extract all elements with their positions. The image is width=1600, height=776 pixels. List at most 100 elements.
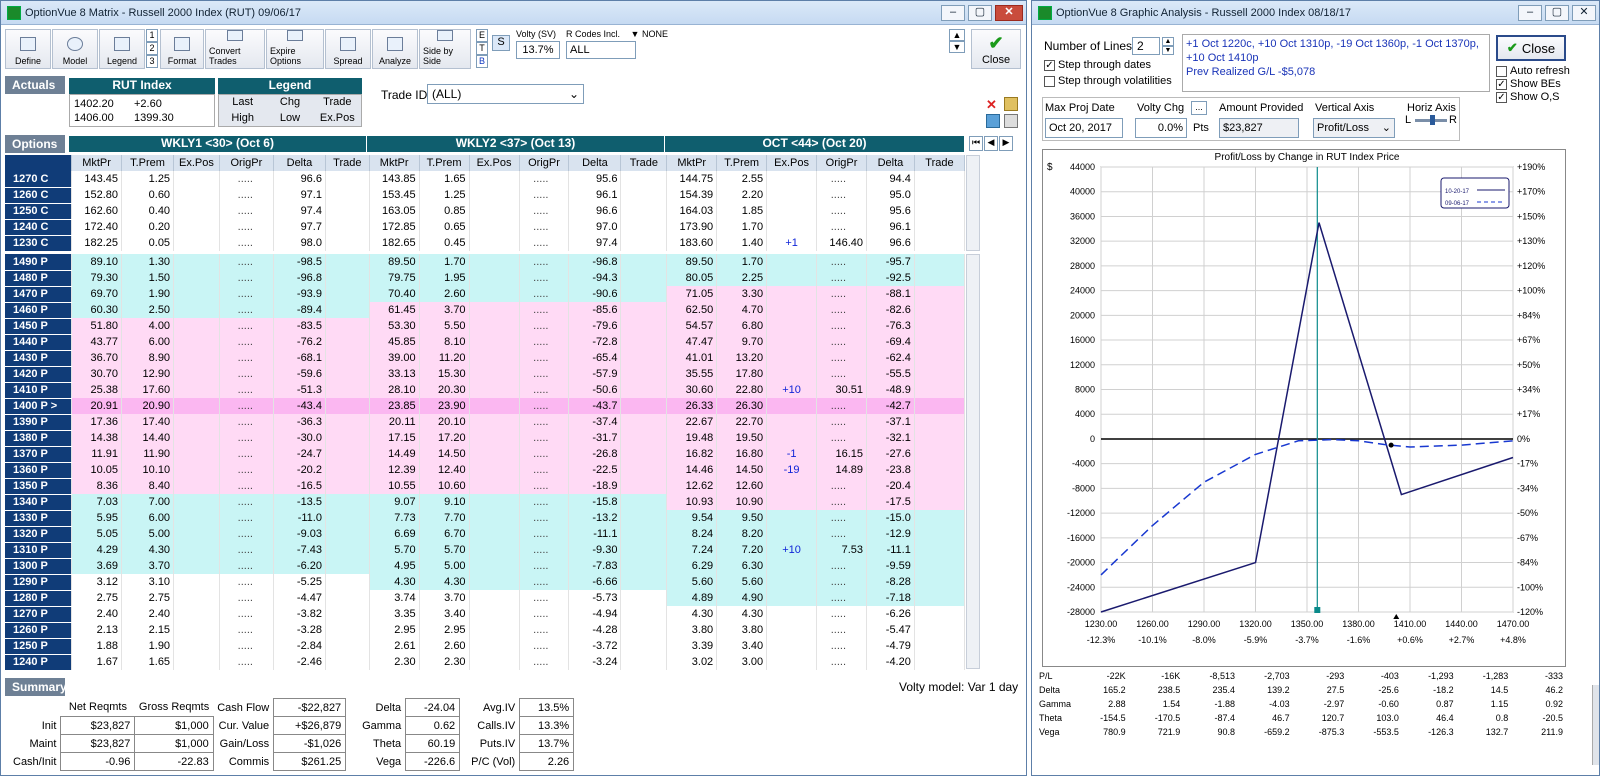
trade-cell[interactable] [914, 286, 966, 302]
trade-cell[interactable] [325, 462, 370, 478]
option-row[interactable]: 1270 C 143.45 1.25..... 96.6 143.85 1.65.....… [5, 171, 966, 188]
trade-cell[interactable] [620, 318, 668, 334]
option-row[interactable]: 1380 P 14.38 14.40..... -30.0 17.15 17.20....… [5, 430, 966, 447]
trade-cell[interactable] [914, 558, 966, 574]
trade-cell[interactable] [620, 414, 668, 430]
trade-cell[interactable] [914, 302, 966, 318]
col-header-expos[interactable]: Ex.Pos [766, 155, 818, 171]
define-button[interactable]: Define [5, 29, 51, 69]
calls-scrollbar[interactable] [966, 155, 980, 251]
tools-icon[interactable] [986, 114, 1000, 128]
trade-cell[interactable] [914, 622, 966, 638]
option-row[interactable]: 1320 P 5.05 5.00..... -9.03 6.69 6.70..... -11… [5, 526, 966, 543]
step-vols-option[interactable]: Step through volatilities [1044, 75, 1172, 87]
option-row[interactable]: 1410 P 25.38 17.60..... -51.3 28.10 20.30....… [5, 382, 966, 399]
trade-cell[interactable] [325, 350, 370, 366]
option-row[interactable]: 1290 P 3.12 3.10..... -5.25 4.30 4.30..... -6.… [5, 574, 966, 591]
spin-down-icon[interactable]: ▼ [1162, 46, 1174, 55]
num-lines-input[interactable]: 2 [1132, 37, 1160, 55]
trade-cell[interactable] [325, 622, 370, 638]
trade-cell[interactable] [325, 398, 370, 414]
option-row[interactable]: 1360 P 10.05 10.10..... -20.2 12.39 12.40....… [5, 462, 966, 479]
graph-close-button[interactable]: ✔ Close [1496, 35, 1566, 61]
trade-cell[interactable] [914, 462, 966, 478]
col-header-expos[interactable]: Ex.Pos [469, 155, 520, 171]
trade-cell[interactable] [325, 430, 370, 446]
strike-label[interactable]: 1280 P [5, 590, 73, 607]
trade-cell[interactable] [325, 366, 370, 382]
trade-cell[interactable] [620, 286, 668, 302]
prev-icon[interactable]: ◀ [984, 136, 998, 151]
trade-cell[interactable] [325, 558, 370, 574]
trade-cell[interactable] [620, 542, 668, 558]
legend-button[interactable]: Legend [99, 29, 145, 69]
show-os-option[interactable]: ✓ Show O,S [1496, 91, 1570, 104]
trade-cell[interactable] [620, 638, 668, 654]
trade-cell[interactable] [325, 254, 370, 270]
strike-label[interactable]: 1380 P [5, 430, 73, 447]
col-header-delta[interactable]: Delta [866, 155, 915, 171]
level-1-button[interactable]: 1 [146, 29, 158, 42]
model-button[interactable]: Model [52, 29, 98, 69]
s-button[interactable]: S [492, 35, 510, 51]
trade-cell[interactable] [325, 171, 370, 187]
trade-cell[interactable] [914, 334, 966, 350]
trade-cell[interactable] [914, 478, 966, 494]
strike-label[interactable]: 1410 P [5, 382, 73, 399]
trade-cell[interactable] [325, 510, 370, 526]
col-header-mktpr[interactable]: MktPr [666, 155, 718, 171]
print-icon[interactable] [1004, 114, 1018, 128]
trade-cell[interactable] [325, 270, 370, 286]
strike-label[interactable]: 1270 C [5, 171, 73, 188]
trade-cell[interactable] [620, 366, 668, 382]
volty-chg-input[interactable]: 0.0% [1135, 118, 1187, 138]
col-header-tprem[interactable]: T.Prem [121, 155, 175, 171]
trade-cell[interactable] [914, 398, 966, 414]
trade-cell[interactable] [914, 446, 966, 462]
option-row[interactable]: 1250 P 1.88 1.90..... -2.84 2.61 2.60..... -3.… [5, 638, 966, 655]
trade-cell[interactable] [914, 350, 966, 366]
trade-cell[interactable] [914, 382, 966, 398]
vaxis-select[interactable]: Profit/Loss ⌄ [1313, 118, 1395, 138]
delete-icon[interactable]: ✕ [986, 97, 1000, 112]
trade-id-select[interactable]: (ALL) ⌄ [427, 84, 584, 104]
puts-scrollbar[interactable] [966, 254, 980, 669]
option-row[interactable]: 1440 P 43.77 6.00..... -76.2 45.85 8.10..... -… [5, 334, 966, 351]
option-row[interactable]: 1260 C 152.80 0.60..... 97.1 153.45 1.25.....… [5, 187, 966, 204]
trade-cell[interactable] [325, 203, 370, 219]
trade-cell[interactable] [914, 187, 966, 203]
option-row[interactable]: 1270 P 2.40 2.40..... -3.82 3.35 3.40..... -4.… [5, 606, 966, 623]
option-row[interactable]: 1240 C 172.40 0.20..... 97.7 172.85 0.65.....… [5, 219, 966, 236]
col-header-delta[interactable]: Delta [568, 155, 622, 171]
trade-cell[interactable] [325, 574, 370, 590]
close-button[interactable]: ✔ Close [971, 29, 1021, 69]
col-header-trade[interactable]: Trade [620, 155, 668, 171]
trade-cell[interactable] [620, 574, 668, 590]
trade-cell[interactable] [620, 558, 668, 574]
trade-cell[interactable] [325, 187, 370, 203]
trade-cell[interactable] [620, 171, 668, 187]
col-header-delta[interactable]: Delta [273, 155, 326, 171]
t-button[interactable]: T [476, 42, 488, 55]
option-row[interactable]: 1490 P 89.10 1.30..... -98.5 89.50 1.70..... -… [5, 254, 966, 271]
option-row[interactable]: 1480 P 79.30 1.50..... -96.8 79.75 1.95..... -… [5, 270, 966, 287]
volty-input[interactable]: 13.7% [516, 41, 560, 59]
option-row[interactable]: 1430 P 36.70 8.90..... -68.1 39.00 11.20.....… [5, 350, 966, 367]
haxis-slider-thumb[interactable] [1430, 115, 1435, 125]
trade-cell[interactable] [914, 171, 966, 187]
trade-cell[interactable] [620, 203, 668, 219]
strike-label[interactable]: 1260 P [5, 622, 73, 639]
trade-cell[interactable] [620, 270, 668, 286]
strike-label[interactable]: 1430 P [5, 350, 73, 367]
first-icon[interactable]: ⏮ [969, 136, 983, 151]
strike-label[interactable]: 1440 P [5, 334, 73, 351]
col-header-mktpr[interactable]: MktPr [369, 155, 420, 171]
strike-label[interactable]: 1420 P [5, 366, 73, 383]
more-icon[interactable]: ... [1191, 101, 1207, 115]
trade-cell[interactable] [325, 334, 370, 350]
trade-cell[interactable] [914, 203, 966, 219]
trade-cell[interactable] [620, 350, 668, 366]
trade-cell[interactable] [914, 542, 966, 558]
option-row[interactable]: 1370 P 11.91 11.90..... -24.7 14.49 14.50....… [5, 446, 966, 463]
strike-label[interactable]: 1450 P [5, 318, 73, 335]
